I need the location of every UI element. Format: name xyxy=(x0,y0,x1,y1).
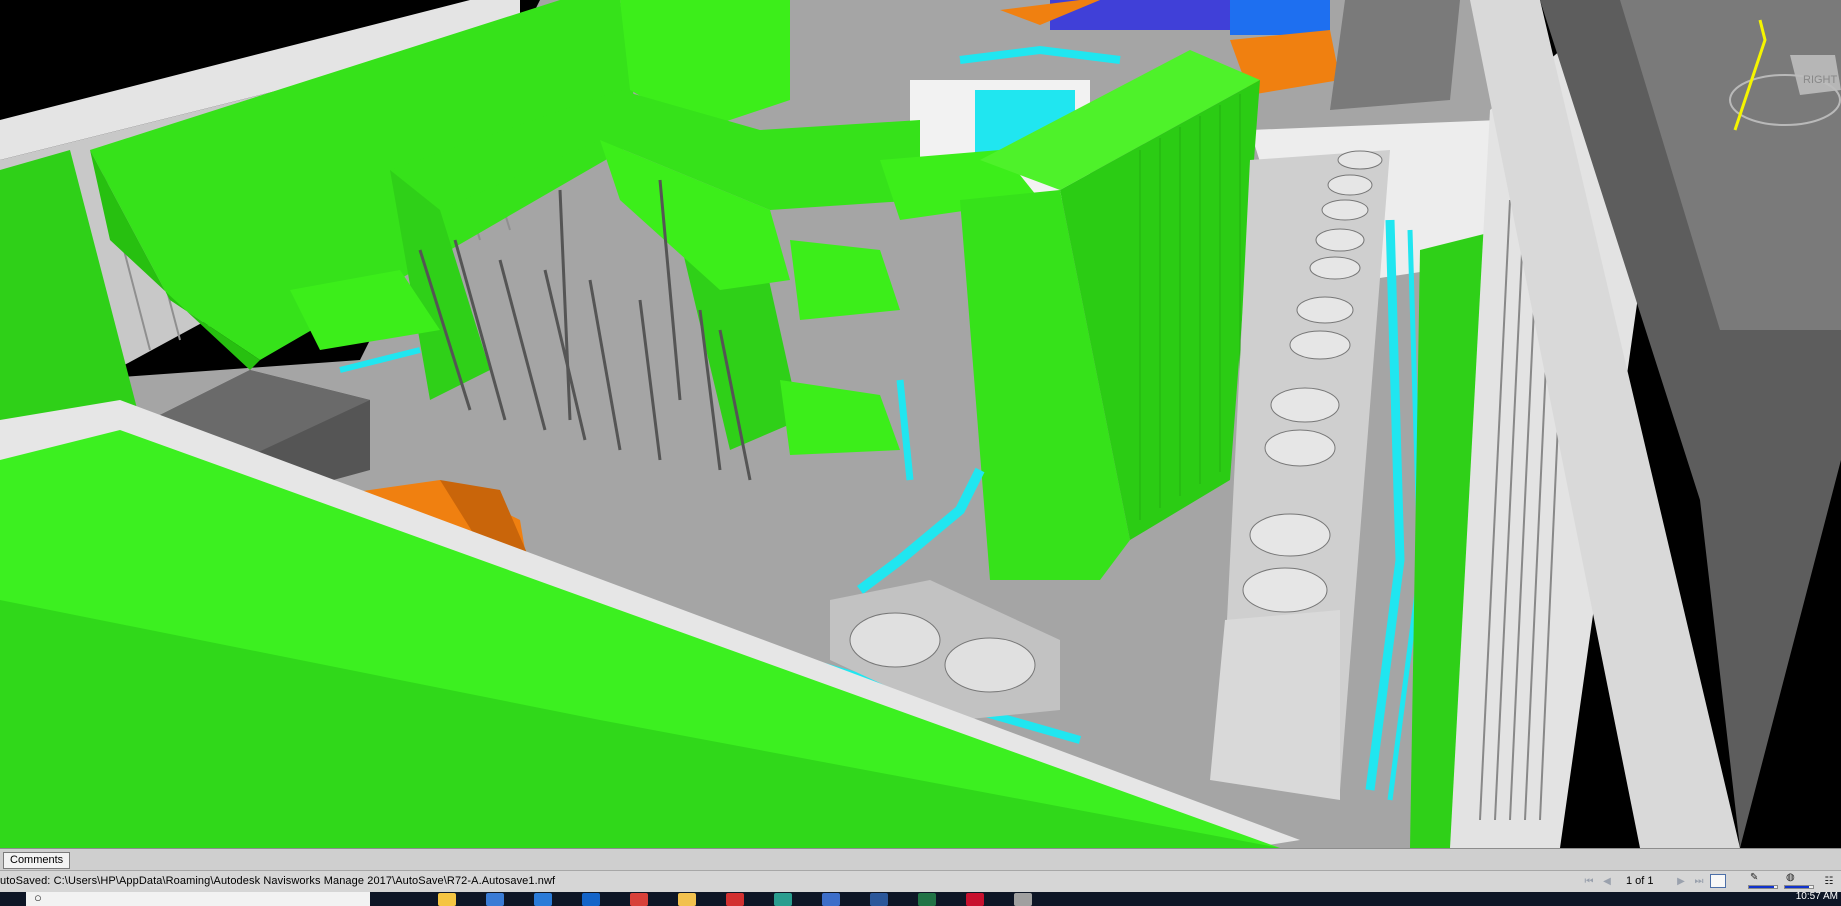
comments-tab[interactable]: Comments xyxy=(3,852,71,869)
comments-tab-bar: Comments xyxy=(0,848,1841,871)
previous-sheet-icon[interactable]: ◀ xyxy=(1600,875,1614,888)
condenser-lower-panel xyxy=(1210,610,1340,800)
tray-clock[interactable]: 10:57 AM xyxy=(1796,892,1838,902)
pencil-icon: ✎ xyxy=(1750,872,1759,883)
edge-icon[interactable] xyxy=(534,893,552,906)
next-sheet-icon[interactable]: ▶ xyxy=(1674,875,1688,888)
autocad-icon[interactable] xyxy=(966,893,984,906)
page-indicator: 1 of 1 xyxy=(1626,875,1654,887)
sheet-browser-icon[interactable] xyxy=(1710,874,1726,888)
file-explorer-icon[interactable] xyxy=(438,893,456,906)
chrome-icon[interactable] xyxy=(630,893,648,906)
folder-icon[interactable] xyxy=(678,893,696,906)
disk-icon: ◍ xyxy=(1786,872,1795,883)
first-sheet-icon[interactable]: ⏮ xyxy=(1582,875,1596,888)
view-cube-label: RIGHT xyxy=(1803,74,1838,86)
pencil-progress-bar xyxy=(1748,885,1778,889)
pencil-progress-fill xyxy=(1749,886,1775,888)
disk-progress-fill xyxy=(1785,886,1809,888)
taskbar-search-box[interactable]: ○ xyxy=(26,890,370,906)
media-icon[interactable] xyxy=(1014,893,1032,906)
word-icon[interactable] xyxy=(870,893,888,906)
disk-progress-bar xyxy=(1784,885,1814,889)
status-bar: utoSaved: C:\Users\HP\AppData\Roaming\Au… xyxy=(0,870,1841,893)
revit-icon[interactable] xyxy=(822,893,840,906)
navisworks-icon[interactable] xyxy=(774,893,792,906)
disk-progress-meter: ◍ xyxy=(1784,873,1814,891)
acrobat-icon[interactable] xyxy=(726,893,744,906)
distant-equipment-blue-2 xyxy=(1230,0,1330,35)
stair-block xyxy=(1330,0,1460,110)
outlook-icon[interactable] xyxy=(582,893,600,906)
windows-taskbar: ○ 10:57 AM xyxy=(0,890,1841,906)
pencil-progress-meter: ✎ xyxy=(1748,873,1778,891)
autosave-status-text: utoSaved: C:\Users\HP\AppData\Roaming\Au… xyxy=(0,875,556,887)
last-sheet-icon[interactable]: ⏭ xyxy=(1692,875,1706,888)
excel-icon[interactable] xyxy=(918,893,936,906)
web-server-icon[interactable]: ☷ xyxy=(1822,875,1836,888)
store-icon[interactable] xyxy=(486,893,504,906)
search-icon: ○ xyxy=(34,890,42,905)
3d-viewport[interactable]: RIGHT xyxy=(0,0,1841,848)
